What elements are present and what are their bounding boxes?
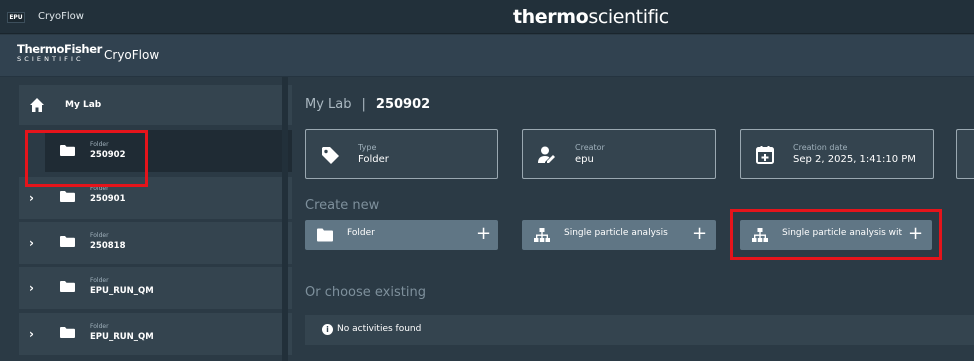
sidebar-folder-250902[interactable]: Folder 250902 — [45, 130, 292, 172]
folder-type-label: Folder — [90, 277, 109, 284]
folder-name: 250818 — [90, 241, 126, 251]
epu-badge: EPU — [7, 12, 25, 23]
plus-icon: + — [692, 223, 708, 244]
home-icon — [30, 98, 44, 112]
info-value: Sep 2, 2025, 1:41:10 PM — [793, 154, 916, 165]
window-title: CryoFlow — [38, 11, 84, 22]
choose-existing-title: Or choose existing — [305, 285, 426, 300]
calendar-plus-icon — [756, 146, 774, 164]
create-spa-button[interactable]: Single particle analysis + — [522, 220, 716, 250]
folder-icon — [317, 228, 333, 242]
create-new-title: Create new — [305, 198, 380, 213]
info-label: Creator — [575, 143, 605, 152]
breadcrumb: My Lab | 250902 — [305, 97, 430, 112]
folder-type-label: Folder — [90, 232, 109, 239]
header-app-name: CryoFlow — [104, 48, 160, 62]
folder-icon — [60, 145, 75, 156]
create-button-label: Single particle analysis — [564, 228, 668, 238]
folder-type-label: Folder — [90, 141, 109, 148]
sidebar-folder-250901[interactable]: › Folder 250901 — [19, 177, 292, 219]
breadcrumb-separator: | — [361, 97, 366, 112]
sidebar-tree: My Lab Folder 250902 › Folder 250901 › F… — [14, 85, 292, 361]
create-folder-button[interactable]: Folder + — [305, 220, 498, 250]
info-value: epu — [575, 154, 594, 165]
info-card-creator: Creator epu — [522, 129, 716, 179]
sidebar-folder-epu-run-qm[interactable]: › Folder EPU_RUN_QM — [19, 267, 292, 309]
folder-icon — [60, 327, 75, 338]
create-spa-with-button[interactable]: Single particle analysis witl + — [740, 220, 932, 250]
sidebar-item-label: My Lab — [65, 100, 102, 110]
folder-type-label: Folder — [90, 323, 109, 330]
plus-icon: + — [476, 223, 492, 244]
info-card-creation-date: Creation date Sep 2, 2025, 1:41:10 PM — [740, 129, 934, 179]
info-label: Type — [358, 143, 377, 152]
breadcrumb-root[interactable]: My Lab — [305, 97, 352, 112]
info-icon: i — [322, 324, 333, 335]
hierarchy-icon — [752, 228, 768, 242]
folder-name: 250901 — [90, 194, 126, 204]
chevron-right-icon[interactable]: › — [29, 191, 34, 205]
empty-state-message: No activities found — [337, 324, 422, 334]
breadcrumb-current: 250902 — [375, 97, 431, 112]
sidebar-item-my-lab[interactable]: My Lab — [19, 85, 292, 125]
chevron-right-icon[interactable]: › — [29, 236, 34, 250]
folder-icon — [60, 191, 75, 202]
app-header: ThermoFisher SCIENTIFIC CryoFlow — [0, 35, 974, 77]
sidebar-folder-epu-run-qm-2[interactable]: › Folder EPU_RUN_QM — [19, 313, 292, 355]
window-titlebar: EPU CryoFlow thermoscientific — [0, 0, 974, 34]
info-card-type: Type Folder — [305, 129, 498, 179]
create-button-label: Single particle analysis witl — [782, 228, 902, 238]
user-edit-icon — [538, 146, 555, 163]
folder-name: EPU_RUN_QM — [90, 332, 154, 342]
folder-type-label: Folder — [90, 185, 109, 192]
folder-icon — [60, 281, 75, 292]
thermo-scientific-logo: thermoscientific — [513, 6, 669, 28]
chevron-right-icon[interactable]: › — [29, 281, 34, 295]
hierarchy-icon — [534, 228, 550, 242]
info-card-partial — [956, 129, 974, 179]
info-label: Creation date — [793, 143, 848, 152]
thermofisher-logo: ThermoFisher SCIENTIFIC — [17, 42, 102, 63]
plus-icon: + — [908, 223, 924, 244]
activities-list: i No activities found — [305, 315, 974, 345]
folder-icon — [60, 236, 75, 247]
folder-name: EPU_RUN_QM — [90, 286, 154, 296]
info-value: Folder — [358, 154, 389, 165]
main-content: My Lab | 250902 Type Folder Creator epu Cr… — [288, 77, 974, 361]
create-button-label: Folder — [347, 228, 375, 238]
folder-name: 250902 — [90, 150, 126, 160]
tag-icon — [322, 147, 339, 164]
chevron-right-icon[interactable]: › — [29, 327, 34, 341]
sidebar-folder-250818[interactable]: › Folder 250818 — [19, 222, 292, 264]
